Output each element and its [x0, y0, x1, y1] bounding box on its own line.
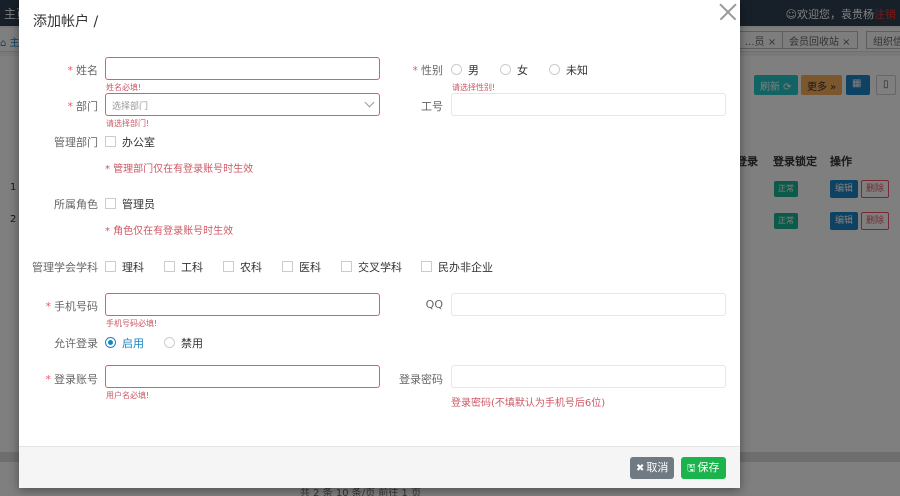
role-admin-label: 管理员	[122, 198, 155, 211]
allow-login-disable-radio[interactable]	[164, 337, 175, 348]
dialog-title: 添加帐户 /	[33, 14, 99, 30]
discipline-cross-checkbox[interactable]	[341, 261, 352, 272]
disciplines-label: 管理学会学科	[32, 261, 98, 274]
cancel-button[interactable]: ✖ 取消	[630, 457, 675, 479]
account-label: * 登录账号	[45, 373, 99, 386]
gender-female-label: 女	[517, 64, 528, 77]
discipline-agriculture-label: 农科	[240, 261, 262, 274]
phone-error: 手机号码必填!	[106, 319, 158, 328]
save-button[interactable]: 🖫 保存	[681, 457, 726, 479]
close-icon: ✖	[636, 463, 645, 474]
job-no-label: 工号	[421, 100, 443, 113]
roles-label: 所属角色	[54, 198, 98, 211]
phone-input[interactable]	[105, 293, 380, 316]
discipline-nonprofit-label: 民办非企业	[438, 261, 493, 274]
password-label: 登录密码	[399, 373, 443, 386]
password-input[interactable]	[451, 365, 726, 388]
phone-label: * 手机号码	[45, 300, 99, 313]
allow-login-enable-radio[interactable]	[105, 337, 116, 348]
qq-label: QQ	[425, 298, 443, 311]
dialog-footer: ✖ 取消 🖫 保存	[19, 446, 740, 488]
dept-label: * 部门	[67, 100, 99, 113]
gender-unknown-radio[interactable]	[549, 64, 560, 75]
allow-login-disable-label: 禁用	[181, 337, 203, 350]
name-input[interactable]	[105, 57, 380, 80]
managed-dept-label: 管理部门	[54, 136, 98, 149]
name-label: * 姓名	[67, 64, 99, 77]
allow-login-enable-label: 启用	[122, 337, 144, 350]
gender-label: * 性别	[412, 64, 444, 77]
job-no-input[interactable]	[451, 93, 726, 116]
managed-dept-office-checkbox[interactable]	[105, 136, 116, 147]
gender-male-label: 男	[468, 64, 479, 77]
add-account-dialog: 添加帐户 / * 姓名 姓名必填! * 性别 男 女 未知 请选择性别! * 部门 选…	[19, 0, 740, 488]
name-error: 姓名必填!	[106, 83, 142, 92]
discipline-nonprofit-checkbox[interactable]	[421, 261, 432, 272]
discipline-agriculture-checkbox[interactable]	[223, 261, 234, 272]
gender-male-radio[interactable]	[451, 64, 462, 75]
dept-placeholder: 选择部门	[112, 102, 149, 112]
dept-error: 请选择部门!	[106, 119, 150, 128]
discipline-cross-label: 交叉学科	[358, 261, 402, 274]
chevron-down-icon	[364, 97, 375, 108]
discipline-science-checkbox[interactable]	[105, 261, 116, 272]
gender-unknown-label: 未知	[566, 64, 588, 77]
managed-dept-hint: * 管理部门仅在有登录账号时生效	[105, 164, 254, 175]
roles-hint: * 角色仅在有登录账号时生效	[105, 226, 234, 237]
gender-error: 请选择性别!	[452, 83, 496, 92]
discipline-science-label: 理科	[122, 261, 144, 274]
qq-input[interactable]	[451, 293, 726, 316]
save-icon: 🖫	[687, 463, 696, 474]
discipline-medicine-checkbox[interactable]	[282, 261, 293, 272]
allow-login-label: 允许登录	[54, 337, 98, 350]
gender-female-radio[interactable]	[500, 64, 511, 75]
discipline-engineering-checkbox[interactable]	[164, 261, 175, 272]
account-error: 用户名必填!	[106, 391, 150, 400]
discipline-engineering-label: 工科	[181, 261, 203, 274]
discipline-medicine-label: 医科	[299, 261, 321, 274]
password-hint: 登录密码(不填默认为手机号后6位)	[451, 398, 606, 409]
close-icon[interactable]	[716, 0, 740, 24]
managed-dept-office-label: 办公室	[122, 136, 155, 149]
role-admin-checkbox[interactable]	[105, 198, 116, 209]
dept-select[interactable]: 选择部门	[105, 93, 380, 116]
account-input[interactable]	[105, 365, 380, 388]
